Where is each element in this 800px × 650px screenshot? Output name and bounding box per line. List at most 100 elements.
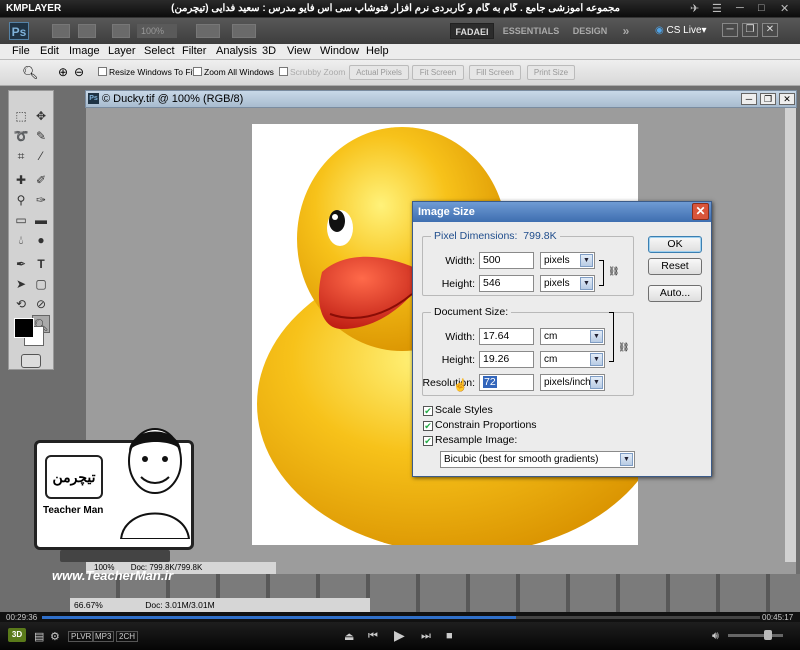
pen-tool-icon[interactable]: ✒	[12, 255, 30, 273]
volume-slider[interactable]	[728, 634, 783, 637]
eject-icon[interactable]: ⏏	[344, 630, 354, 643]
ps-minimize-button[interactable]: ─	[722, 23, 738, 37]
ps-close-button[interactable]: ✕	[762, 23, 778, 37]
document-titlebar[interactable]: Ps © Ducky.tif @ 100% (RGB/8) ─ ❐ ✕	[85, 90, 797, 108]
history-brush-icon[interactable]: ✑	[32, 191, 50, 209]
menu-icon[interactable]: ☰	[712, 2, 722, 15]
next-icon[interactable]: ⏭	[421, 630, 431, 643]
reset-button[interactable]: Reset	[648, 258, 702, 275]
menu-select[interactable]: Select	[144, 45, 175, 57]
menu-layer[interactable]: Layer	[108, 45, 136, 57]
cs-live-menu[interactable]: ◉ CS Live▾	[655, 23, 707, 39]
zoom-in-icon[interactable]: ⊕	[58, 65, 68, 79]
volume-knob[interactable]	[764, 630, 772, 640]
move-tool-icon[interactable]: ✥	[32, 107, 50, 125]
doc-minimize-button[interactable]: ─	[741, 93, 757, 105]
foreground-color-swatch[interactable]	[14, 318, 34, 338]
volume-icon[interactable]: 🔊︎	[712, 630, 719, 643]
path-selection-icon[interactable]: ➤	[12, 275, 30, 293]
eyedropper-tool-icon[interactable]: ⁄	[32, 147, 50, 165]
zoom-tool-icon[interactable]: 🔍︎	[22, 65, 39, 81]
menu-view[interactable]: View	[287, 45, 311, 57]
pin-icon[interactable]: ✈	[690, 2, 699, 15]
workspace-essentials[interactable]: ESSENTIALS	[500, 23, 562, 39]
clone-stamp-icon[interactable]: ⚲	[12, 191, 30, 209]
stop-icon[interactable]: ■	[446, 630, 453, 642]
lasso-tool-icon[interactable]: ➰	[12, 127, 30, 145]
resolution-unit-select[interactable]: pixels/inch ▼	[540, 374, 605, 391]
playlist-icon[interactable]: ▤	[34, 630, 44, 643]
zoom-out-icon[interactable]: ⊖	[74, 65, 84, 79]
crop-tool-icon[interactable]: ⌗	[12, 147, 30, 165]
3d-orbit-icon[interactable]: ⊘	[32, 295, 50, 313]
launch-bridge-icon[interactable]	[52, 24, 70, 38]
scrubby-zoom-checkbox[interactable]: Scrubby Zoom	[279, 67, 345, 77]
settings-icon[interactable]: ⚙	[50, 630, 60, 643]
quick-mask-icon[interactable]	[21, 354, 41, 368]
previous-icon[interactable]: ⏮	[368, 630, 378, 643]
brush-tool-icon[interactable]: ✐	[32, 171, 50, 189]
maximize-icon[interactable]: □	[758, 2, 765, 14]
auto-button[interactable]: Auto...	[648, 285, 702, 302]
menu-filter[interactable]: Filter	[182, 45, 206, 57]
resize-windows-checkbox[interactable]: Resize Windows To Fit	[98, 67, 195, 77]
doc-restore-button[interactable]: ❐	[760, 93, 776, 105]
healing-brush-icon[interactable]: ✚	[12, 171, 30, 189]
pixel-width-input[interactable]: 500	[479, 252, 534, 269]
zoom-all-windows-checkbox[interactable]: Zoom All Windows	[193, 67, 274, 77]
constrain-proportions-checkbox[interactable]: ✔ Constrain Proportions	[423, 419, 537, 431]
3d-badge[interactable]: 3D	[8, 628, 26, 642]
doc-height-input[interactable]: 19.26	[479, 351, 534, 368]
pixel-height-input[interactable]: 546	[479, 275, 534, 292]
resample-image-checkbox[interactable]: ✔ Resample Image:	[423, 434, 517, 446]
bottom-doc-size: Doc: 3.01M/3.01M	[145, 600, 215, 610]
quick-selection-tool-icon[interactable]: ✎	[32, 127, 50, 145]
shape-tool-icon[interactable]: ▢	[32, 275, 50, 293]
menu-3d[interactable]: 3D	[262, 45, 276, 57]
fit-screen-button[interactable]: Fit Screen	[412, 65, 464, 80]
ps-restore-button[interactable]: ❐	[742, 23, 758, 37]
dodge-tool-icon[interactable]: ●	[32, 231, 50, 249]
doc-close-button[interactable]: ✕	[779, 93, 795, 105]
type-tool-icon[interactable]: T	[32, 255, 50, 273]
minimize-icon[interactable]: ─	[736, 2, 744, 14]
resample-method-select[interactable]: Bicubic (best for smooth gradients) ▼	[440, 451, 635, 468]
workspace-fadaei[interactable]: FADAEI	[450, 23, 494, 39]
print-size-button[interactable]: Print Size	[527, 65, 575, 80]
pixel-height-unit-select[interactable]: pixels ▼	[540, 275, 595, 292]
actual-pixels-button[interactable]: Actual Pixels	[349, 65, 409, 80]
menu-help[interactable]: Help	[366, 45, 389, 57]
pixel-width-unit-select[interactable]: pixels ▼	[540, 252, 595, 269]
dialog-titlebar[interactable]: Image Size ✕	[413, 202, 711, 222]
menu-file[interactable]: File	[12, 45, 30, 57]
arrange-documents-icon[interactable]	[196, 24, 220, 38]
gradient-tool-icon[interactable]: ▬	[32, 211, 50, 229]
fill-screen-button[interactable]: Fill Screen	[469, 65, 521, 80]
doc-width-input[interactable]: 17.64	[479, 328, 534, 345]
eraser-tool-icon[interactable]: ▭	[12, 211, 30, 229]
menu-image[interactable]: Image	[69, 45, 100, 57]
workspace-design[interactable]: DESIGN	[568, 23, 612, 39]
view-extras-icon[interactable]	[112, 24, 130, 38]
blur-tool-icon[interactable]: 💧︎	[12, 231, 30, 249]
launch-minibridge-icon[interactable]	[78, 24, 96, 38]
screen-mode-icon[interactable]	[232, 24, 256, 38]
ok-button[interactable]: OK	[648, 236, 702, 253]
scale-styles-checkbox[interactable]: ✔ Scale Styles	[423, 404, 493, 416]
close-icon[interactable]: ✕	[780, 2, 789, 15]
vertical-scrollbar[interactable]	[785, 108, 796, 562]
marquee-tool-icon[interactable]: ⬚	[12, 107, 30, 125]
dialog-close-button[interactable]: ✕	[692, 203, 709, 220]
resolution-input[interactable]: 72	[479, 374, 534, 391]
doc-width-unit-select[interactable]: cm ▼	[540, 328, 605, 345]
menu-analysis[interactable]: Analysis	[216, 45, 257, 57]
play-icon[interactable]: ▶	[394, 627, 405, 644]
menu-window[interactable]: Window	[320, 45, 359, 57]
menu-edit[interactable]: Edit	[40, 45, 59, 57]
watermark-fa-name: تیچرمن	[45, 455, 103, 499]
doc-height-unit-select[interactable]: cm ▼	[540, 351, 605, 368]
pixel-height-label: Height:	[441, 278, 475, 290]
3d-rotate-icon[interactable]: ⟲	[12, 295, 30, 313]
more-workspaces-icon[interactable]: »	[618, 23, 634, 39]
zoom-level-field[interactable]: 100%	[137, 24, 177, 38]
